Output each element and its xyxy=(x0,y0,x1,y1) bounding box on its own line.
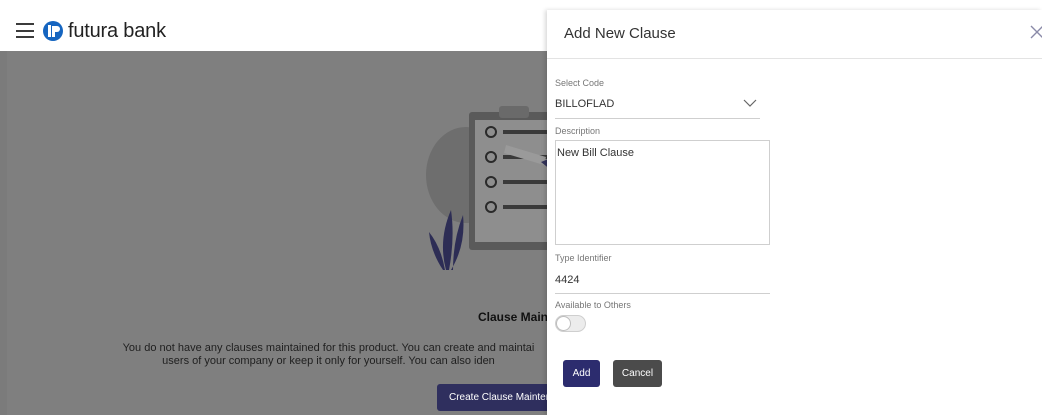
description-textarea[interactable]: New Bill Clause xyxy=(555,140,770,245)
futura-logo-icon xyxy=(43,21,63,41)
brand-logo[interactable]: futura bank xyxy=(42,19,166,43)
type-identifier-input[interactable]: 4424 xyxy=(555,274,579,286)
description-label: Description xyxy=(555,126,601,136)
panel-title: Add New Clause xyxy=(564,25,676,42)
chevron-down-icon[interactable] xyxy=(743,98,757,108)
available-to-others-toggle[interactable] xyxy=(555,315,586,332)
top-bar: futura bank xyxy=(0,10,547,51)
available-to-others-label: Available to Others xyxy=(555,300,631,310)
toggle-knob xyxy=(556,316,571,331)
close-icon[interactable] xyxy=(1030,25,1042,39)
type-identifier-label: Type Identifier xyxy=(555,253,612,263)
empty-state-message-line1: You do not have any clauses maintained f… xyxy=(122,342,535,354)
empty-state-message-line2: users of your company or keep it only fo… xyxy=(162,355,495,367)
add-button[interactable]: Add xyxy=(563,360,600,387)
main-content-overlay: Clause Maint You do not have any clauses… xyxy=(0,51,552,415)
clipboard-illustration xyxy=(426,106,551,270)
page: futura bank Clause Maint You do not have… xyxy=(0,0,1042,415)
create-clause-button[interactable]: Create Clause Maintenar xyxy=(437,384,547,411)
select-code-dropdown[interactable]: BILLOFLAD xyxy=(555,98,614,110)
select-code-underline xyxy=(555,118,760,119)
panel-divider xyxy=(547,58,1042,59)
select-code-label: Select Code xyxy=(555,78,605,88)
hamburger-menu-icon[interactable] xyxy=(16,23,34,38)
cancel-button[interactable]: Cancel xyxy=(613,360,662,387)
add-clause-panel: Add New Clause Select Code BILLOFLAD Des… xyxy=(547,10,1042,415)
empty-state-message: You do not have any clauses maintained f… xyxy=(110,342,547,368)
brand-name: futura bank xyxy=(68,19,166,42)
type-identifier-underline xyxy=(555,293,770,294)
